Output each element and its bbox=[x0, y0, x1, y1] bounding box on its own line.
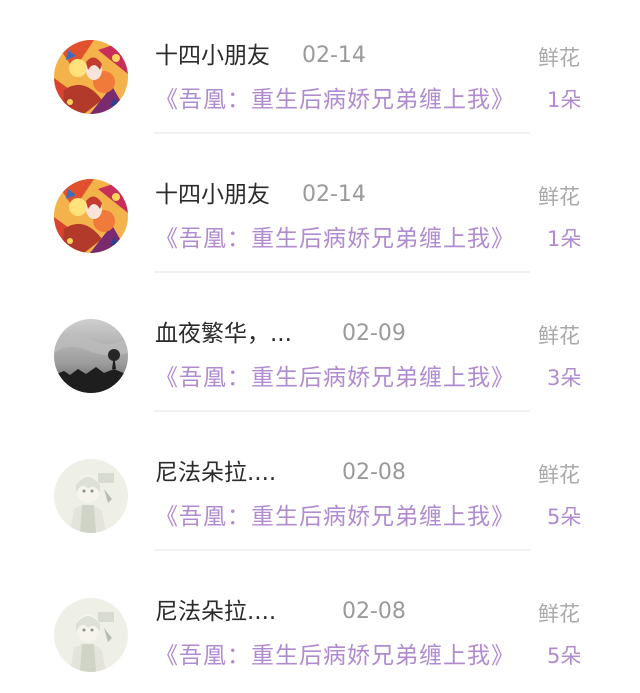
flower-count: 5朵 bbox=[547, 505, 582, 529]
flower-count: 3朵 bbox=[547, 366, 582, 390]
grayscale-landscape-avatar-icon[interactable] bbox=[54, 319, 128, 393]
book-title-link[interactable]: 《吾凰：重生后病娇兄弟缠上我》 bbox=[155, 86, 515, 114]
book-title-link[interactable]: 《吾凰：重生后病娇兄弟缠上我》 bbox=[155, 642, 515, 670]
pale-anime-character-avatar-icon[interactable] bbox=[54, 598, 128, 672]
colorful-anime-avatar-icon[interactable] bbox=[54, 179, 128, 253]
pale-anime-character-avatar-icon[interactable] bbox=[54, 459, 128, 533]
book-title-link[interactable]: 《吾凰：重生后病娇兄弟缠上我》 bbox=[155, 503, 515, 531]
gift-type-label: 鲜花 bbox=[538, 602, 580, 626]
gift-date: 02-08 bbox=[342, 599, 406, 624]
colorful-anime-avatar-icon[interactable] bbox=[54, 40, 128, 114]
flower-count: 1朵 bbox=[547, 227, 582, 251]
gift-date: 02-08 bbox=[342, 460, 406, 485]
gift-record-list: 十四小朋友 02-14 鲜花 《吾凰：重生后病娇兄弟缠上我》 1朵 十四小朋友 … bbox=[0, 0, 640, 693]
sender-name[interactable]: 尼法朵拉.... bbox=[155, 598, 276, 626]
gift-type-label: 鲜花 bbox=[538, 185, 580, 209]
gift-date: 02-09 bbox=[342, 321, 406, 346]
flower-count: 5朵 bbox=[547, 644, 582, 668]
sender-name[interactable]: 十四小朋友 bbox=[155, 42, 270, 70]
gift-record-row[interactable]: 十四小朋友 02-14 鲜花 《吾凰：重生后病娇兄弟缠上我》 1朵 bbox=[0, 139, 640, 278]
gift-record-row[interactable]: 尼法朵拉.... 02-08 鲜花 《吾凰：重生后病娇兄弟缠上我》 5朵 bbox=[0, 417, 640, 556]
sender-name[interactable]: 血夜繁华，... bbox=[155, 320, 292, 348]
row-divider bbox=[154, 271, 530, 273]
gift-record-row[interactable]: 血夜繁华，... 02-09 鲜花 《吾凰：重生后病娇兄弟缠上我》 3朵 bbox=[0, 278, 640, 417]
gift-record-row[interactable]: 尼法朵拉.... 02-08 鲜花 《吾凰：重生后病娇兄弟缠上我》 5朵 bbox=[0, 556, 640, 693]
book-title-link[interactable]: 《吾凰：重生后病娇兄弟缠上我》 bbox=[155, 364, 515, 392]
flower-count: 1朵 bbox=[547, 88, 582, 112]
row-divider bbox=[154, 410, 530, 412]
gift-date: 02-14 bbox=[302, 182, 366, 207]
sender-name[interactable]: 十四小朋友 bbox=[155, 181, 270, 209]
row-divider bbox=[154, 132, 530, 134]
sender-name[interactable]: 尼法朵拉.... bbox=[155, 459, 276, 487]
row-divider bbox=[154, 549, 530, 551]
gift-record-row[interactable]: 十四小朋友 02-14 鲜花 《吾凰：重生后病娇兄弟缠上我》 1朵 bbox=[0, 0, 640, 139]
gift-date: 02-14 bbox=[302, 43, 366, 68]
gift-type-label: 鲜花 bbox=[538, 324, 580, 348]
gift-type-label: 鲜花 bbox=[538, 46, 580, 70]
gift-type-label: 鲜花 bbox=[538, 463, 580, 487]
book-title-link[interactable]: 《吾凰：重生后病娇兄弟缠上我》 bbox=[155, 225, 515, 253]
